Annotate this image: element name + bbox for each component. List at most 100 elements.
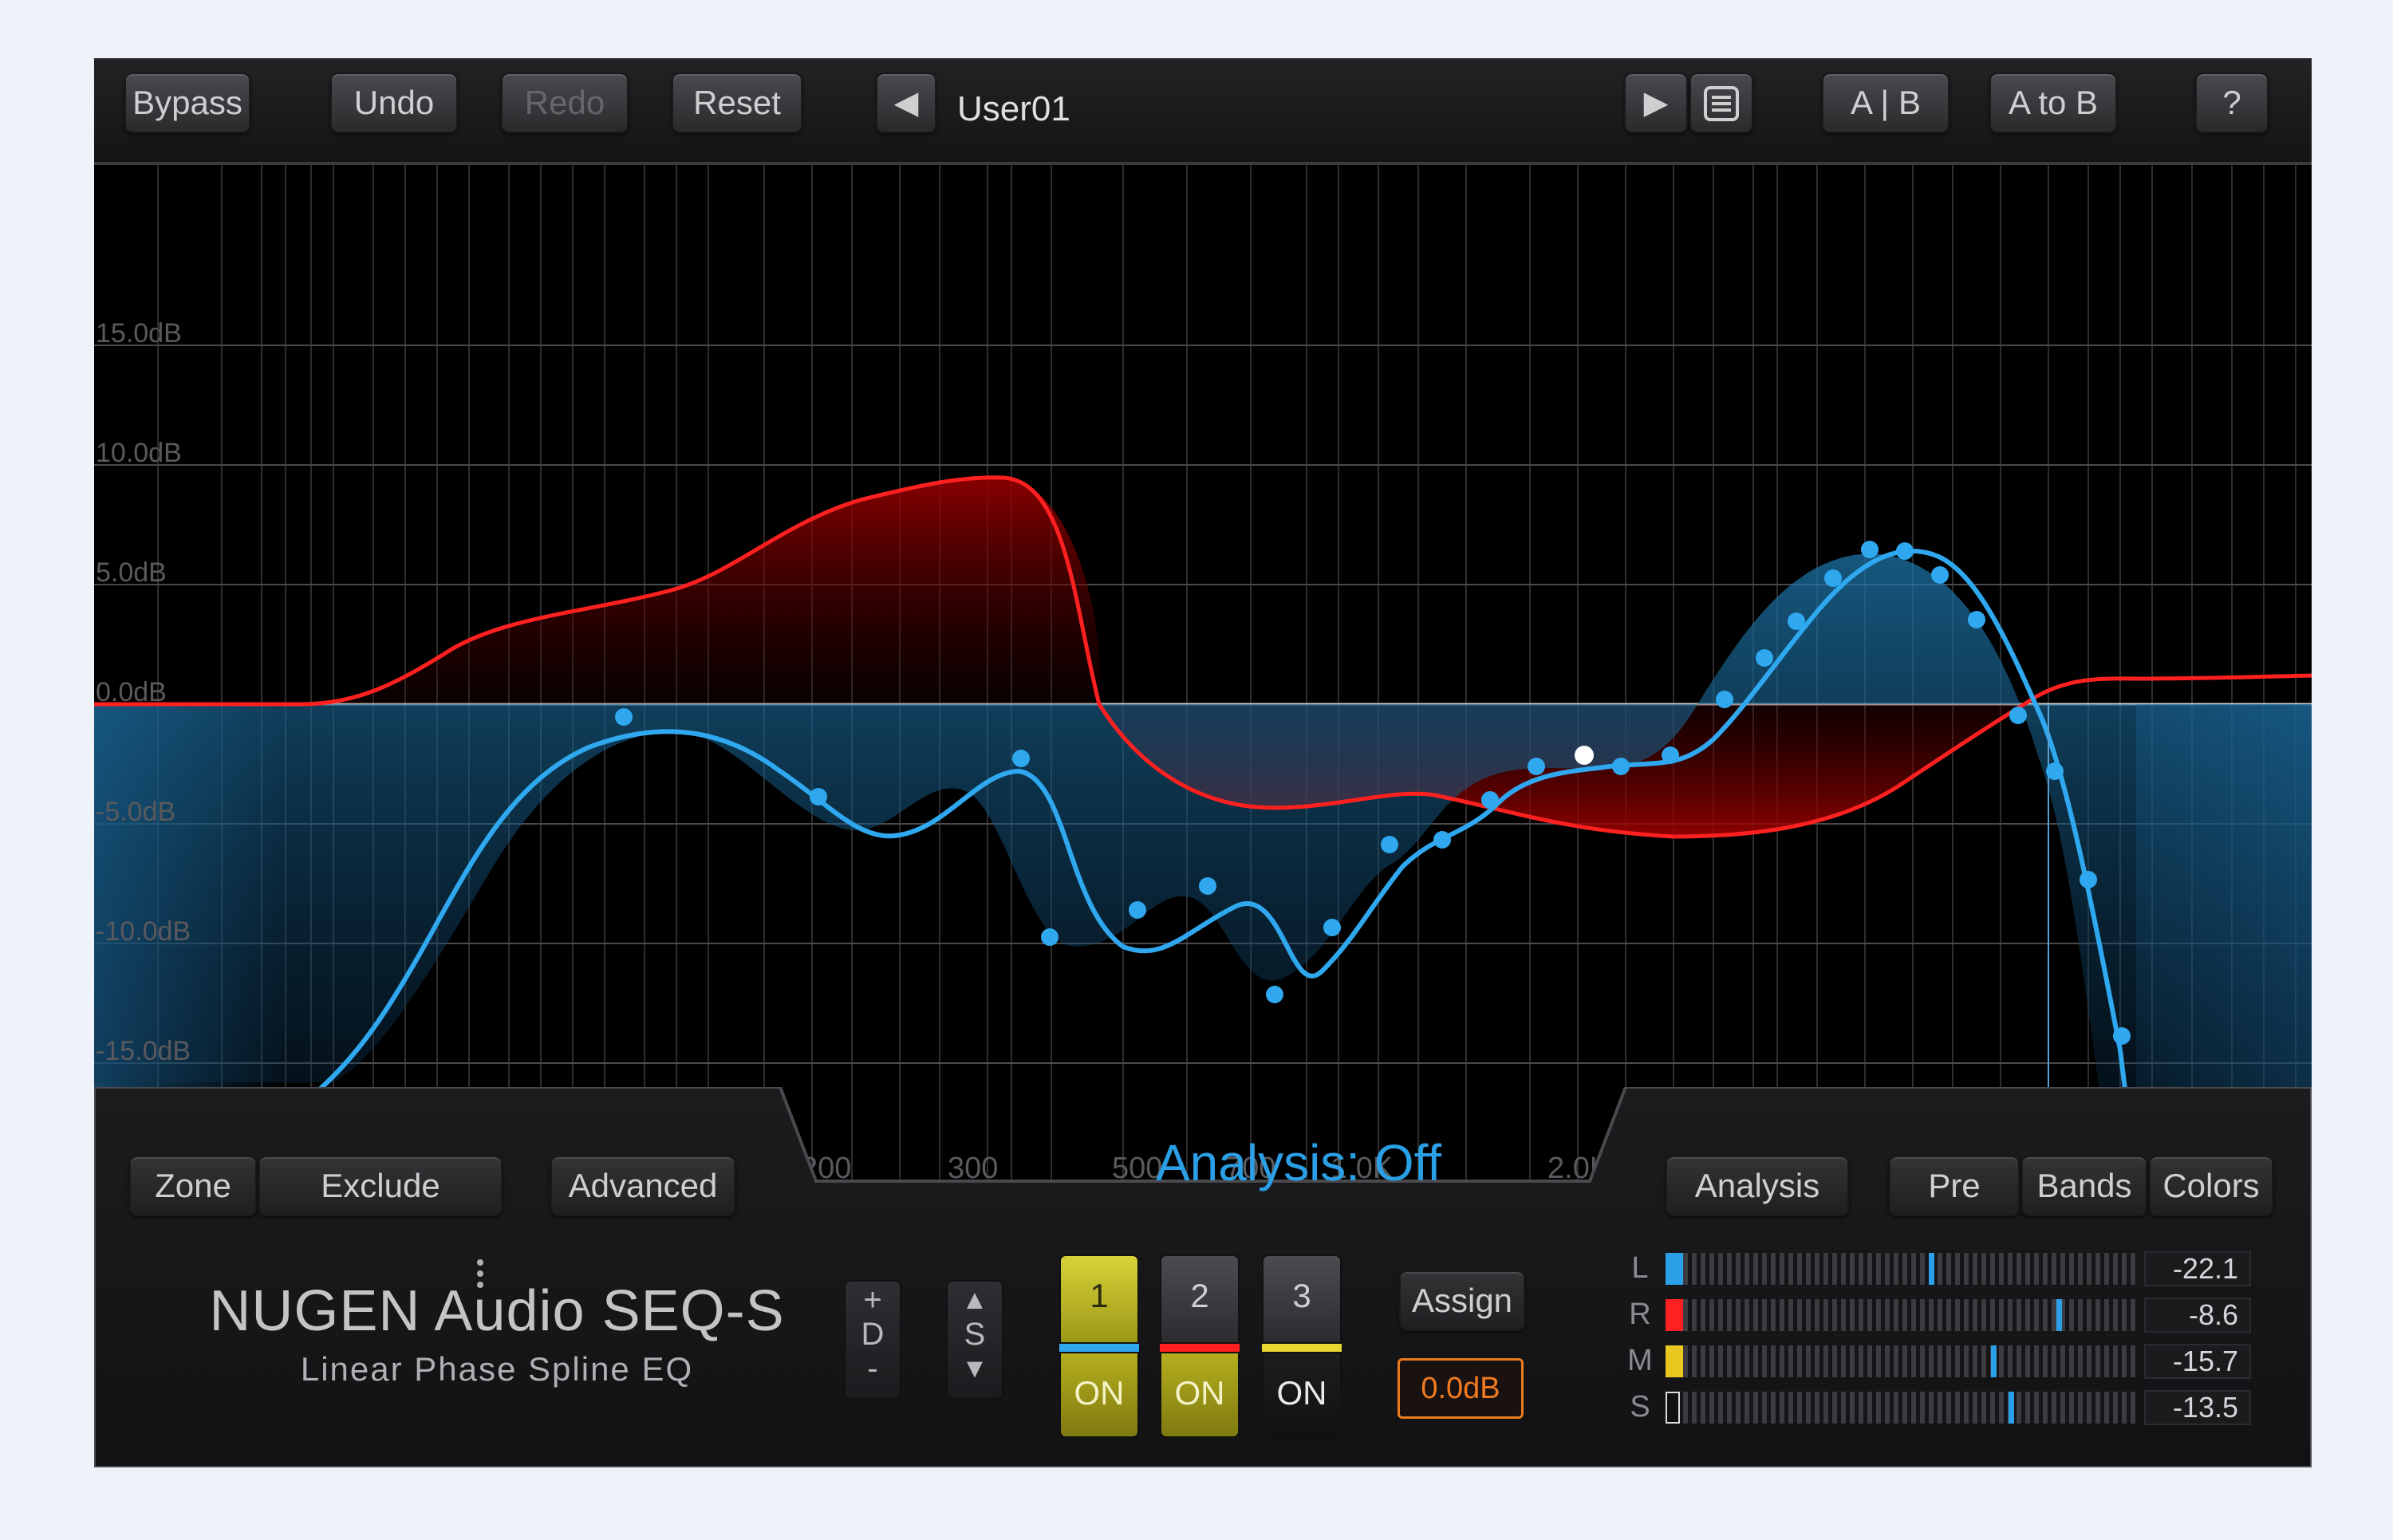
blue-control-point[interactable] (1481, 791, 1499, 809)
db-label: 5.0dB (96, 557, 167, 588)
gain-value-field[interactable]: 0.0dB (1398, 1358, 1524, 1419)
meter-label-s: S (1630, 1390, 1650, 1424)
band-1-color-strip (1059, 1344, 1139, 1352)
band-2-on-toggle[interactable]: ON (1160, 1352, 1240, 1438)
s-up-icon[interactable]: ▲ (948, 1282, 1002, 1318)
blue-control-point[interactable] (1824, 569, 1842, 587)
a-to-b-button[interactable]: A to B (1989, 73, 2117, 133)
db-label: -5.0dB (96, 797, 175, 827)
blue-control-point[interactable] (1968, 611, 1985, 628)
exclude-button[interactable]: Exclude (258, 1156, 503, 1216)
blue-control-point[interactable] (1662, 746, 1679, 764)
band-3-select-button[interactable]: 3 (1262, 1254, 1342, 1344)
seq-s-plugin-window: Bypass Undo Redo Reset ◀ User01 ▶ A | B … (94, 58, 2312, 1467)
band-2-control[interactable]: 2 ON (1160, 1254, 1240, 1438)
product-subtitle: Linear Phase Spline EQ (300, 1350, 694, 1388)
blue-control-point[interactable] (2046, 762, 2064, 780)
band-3-on-toggle[interactable]: ON (1262, 1352, 1342, 1438)
meter-r-value: -8.6 (2144, 1298, 2251, 1333)
db-label: 15.0dB (96, 318, 182, 349)
blue-control-point[interactable] (1716, 691, 1733, 708)
s-stepper[interactable]: ▲ S ▼ (946, 1280, 1003, 1400)
next-preset-button[interactable]: ▶ (1624, 73, 1688, 133)
db-label: 0.0dB (96, 677, 167, 707)
band-1-control[interactable]: 1 ON (1059, 1254, 1139, 1438)
band-3-color-strip (1262, 1344, 1342, 1352)
meter-l-value: -22.1 (2144, 1251, 2251, 1286)
prev-preset-button[interactable]: ◀ (876, 73, 936, 133)
meter-s (1666, 1392, 2136, 1424)
eq-graph[interactable]: 15.0dB 10.0dB 5.0dB 0.0dB -5.0dB -10.0dB -15.0… (94, 165, 2312, 1180)
meter-label-l: L (1631, 1251, 1649, 1285)
d-stepper[interactable]: + D - (844, 1280, 901, 1400)
preset-name[interactable]: User01 (957, 85, 1070, 133)
analysis-status: Analysis: Off (1155, 1134, 1442, 1191)
meter-m-value: -15.7 (2144, 1344, 2251, 1379)
blue-control-point[interactable] (810, 788, 827, 805)
arrow-right-icon: ▶ (1643, 85, 1669, 120)
blue-control-point[interactable] (1323, 919, 1341, 936)
undo-button[interactable]: Undo (330, 73, 458, 133)
arrow-left-icon: ◀ (893, 85, 919, 120)
preset-list-button[interactable] (1689, 73, 1753, 133)
meter-s-peak (2009, 1392, 2014, 1424)
blue-control-point[interactable] (1041, 928, 1059, 946)
ab-compare-button[interactable]: A | B (1822, 73, 1949, 133)
reset-button[interactable]: Reset (672, 73, 802, 133)
s-label: S (964, 1317, 986, 1352)
meter-r-peak (2056, 1299, 2062, 1331)
blue-control-point[interactable] (615, 708, 633, 726)
blue-control-point[interactable] (1896, 542, 1914, 560)
d-increase-icon[interactable]: + (846, 1282, 900, 1318)
eq-curve-display[interactable]: 15.0dB 10.0dB 5.0dB 0.0dB -5.0dB -10.0dB -15.0… (94, 165, 2312, 1180)
band-1-select-button[interactable]: 1 (1059, 1254, 1139, 1344)
blue-control-point[interactable] (1381, 836, 1398, 853)
blue-control-point[interactable] (1266, 986, 1283, 1003)
db-label: -10.0dB (96, 916, 191, 947)
meter-m-level (1666, 1345, 1683, 1377)
colors-button[interactable]: Colors (2149, 1156, 2273, 1216)
blue-control-point[interactable] (1612, 758, 1630, 775)
top-toolbar: Bypass Undo Redo Reset ◀ User01 ▶ A | B … (94, 58, 2312, 165)
pre-button[interactable]: Pre (1889, 1156, 2020, 1216)
blue-control-point[interactable] (2080, 871, 2097, 888)
s-down-icon[interactable]: ▼ (948, 1350, 1002, 1387)
redo-button[interactable]: Redo (501, 73, 629, 133)
help-button[interactable]: ? (2195, 73, 2269, 133)
bypass-button[interactable]: Bypass (124, 73, 250, 133)
meter-r (1666, 1299, 2136, 1331)
blue-control-point[interactable] (2113, 1027, 2131, 1045)
db-label: -15.0dB (96, 1036, 191, 1066)
band-2-select-button[interactable]: 2 (1160, 1254, 1240, 1344)
selected-control-point[interactable] (1575, 746, 1594, 765)
blue-control-point[interactable] (1129, 901, 1146, 919)
zone-button[interactable]: Zone (129, 1156, 257, 1216)
bands-button[interactable]: Bands (2021, 1156, 2147, 1216)
blue-control-point[interactable] (1433, 831, 1451, 849)
blue-control-point[interactable] (1931, 566, 1949, 584)
product-title: NUGEN Audio SEQ-S (209, 1279, 785, 1343)
meter-r-level (1666, 1299, 1683, 1331)
blue-control-point[interactable] (1528, 758, 1545, 775)
meter-l (1666, 1253, 2136, 1285)
meter-label-r: R (1629, 1298, 1651, 1331)
blue-control-point[interactable] (1199, 877, 1216, 895)
meter-l-level (1666, 1253, 1683, 1285)
assign-button[interactable]: Assign (1399, 1270, 1525, 1331)
band-3-control[interactable]: 3 ON (1262, 1254, 1342, 1438)
blue-control-point[interactable] (1788, 612, 1805, 630)
analysis-button[interactable]: Analysis (1666, 1156, 1849, 1216)
blue-control-point[interactable] (1012, 750, 1030, 767)
red-curve-fill (94, 477, 1101, 704)
advanced-button[interactable]: Advanced (550, 1156, 735, 1216)
blue-control-point[interactable] (1756, 649, 1773, 667)
meter-label-m: M (1627, 1344, 1653, 1377)
meter-m (1666, 1345, 2136, 1377)
meter-l-peak (1929, 1253, 1934, 1285)
d-decrease-icon[interactable]: - (846, 1350, 900, 1387)
d-label: D (861, 1317, 885, 1352)
menu-dots-icon[interactable] (477, 1259, 483, 1291)
blue-control-point[interactable] (1861, 541, 1879, 558)
band-1-on-toggle[interactable]: ON (1059, 1352, 1139, 1438)
blue-control-point[interactable] (2009, 707, 2027, 724)
